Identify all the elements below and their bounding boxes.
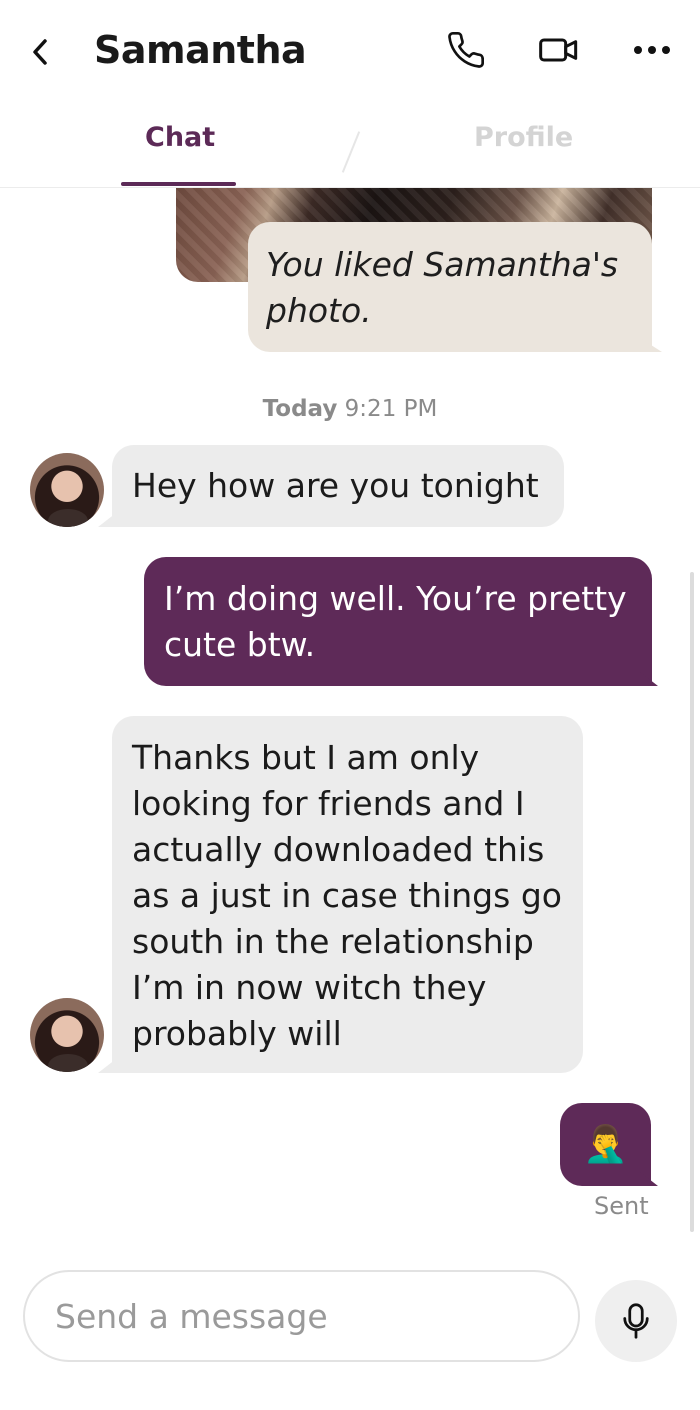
message-line: Thanks but I am only [132, 738, 480, 777]
message-line: looking for friends and I [132, 784, 525, 823]
tab-bar: Chat Profile [0, 108, 700, 188]
message-text: Hey how are you tonight [132, 466, 539, 505]
microphone-icon [623, 1303, 649, 1339]
active-tab-indicator [121, 182, 236, 186]
message-input[interactable] [25, 1272, 578, 1360]
liked-photo-notice: You liked Samantha's photo. [248, 222, 652, 352]
message-line: I’m doing well. You’re pretty [164, 579, 627, 618]
video-call-button[interactable] [537, 28, 581, 72]
timestamp-time: 9:21 PM [344, 396, 438, 422]
chevron-left-icon [33, 39, 47, 65]
tab-profile[interactable]: Profile [474, 122, 573, 153]
tab-chat[interactable]: Chat [145, 122, 215, 153]
outgoing-message: 🤦‍♂️ [560, 1103, 651, 1186]
avatar[interactable] [30, 998, 104, 1072]
message-line: actually downloaded this [132, 830, 545, 869]
avatar[interactable] [30, 453, 104, 527]
outgoing-message: I’m doing well. You’re pretty cute btw. [144, 557, 652, 686]
phone-icon [448, 31, 485, 68]
message-line: cute btw. [164, 625, 316, 664]
message-timestamp: Today 9:21 PM [0, 396, 700, 422]
back-button[interactable] [22, 30, 58, 74]
message-list[interactable]: You liked Samantha's photo. Today 9:21 P… [0, 188, 700, 1248]
message-line: I’m in now witch they [132, 968, 487, 1007]
timestamp-day: Today [262, 396, 338, 422]
message-input-container [23, 1270, 580, 1362]
voice-message-button[interactable] [595, 1280, 677, 1362]
delivery-status: Sent [594, 1192, 649, 1220]
message-line: south in the relationship [132, 922, 534, 961]
tab-divider [341, 131, 361, 173]
incoming-message: Hey how are you tonight [112, 445, 564, 527]
message-line: probably will [132, 1014, 342, 1053]
facepalm-emoji: 🤦‍♂️ [583, 1123, 628, 1165]
video-camera-icon [539, 38, 578, 62]
contact-name: Samantha [94, 28, 307, 72]
call-button[interactable] [444, 28, 488, 72]
more-horizontal-icon [634, 46, 670, 54]
chat-header: Samantha [0, 0, 700, 100]
incoming-message: Thanks but I am only looking for friends… [112, 716, 583, 1073]
scrollbar[interactable] [690, 572, 694, 1232]
message-line: as a just in case things go [132, 876, 562, 915]
more-options-button[interactable] [630, 28, 674, 72]
